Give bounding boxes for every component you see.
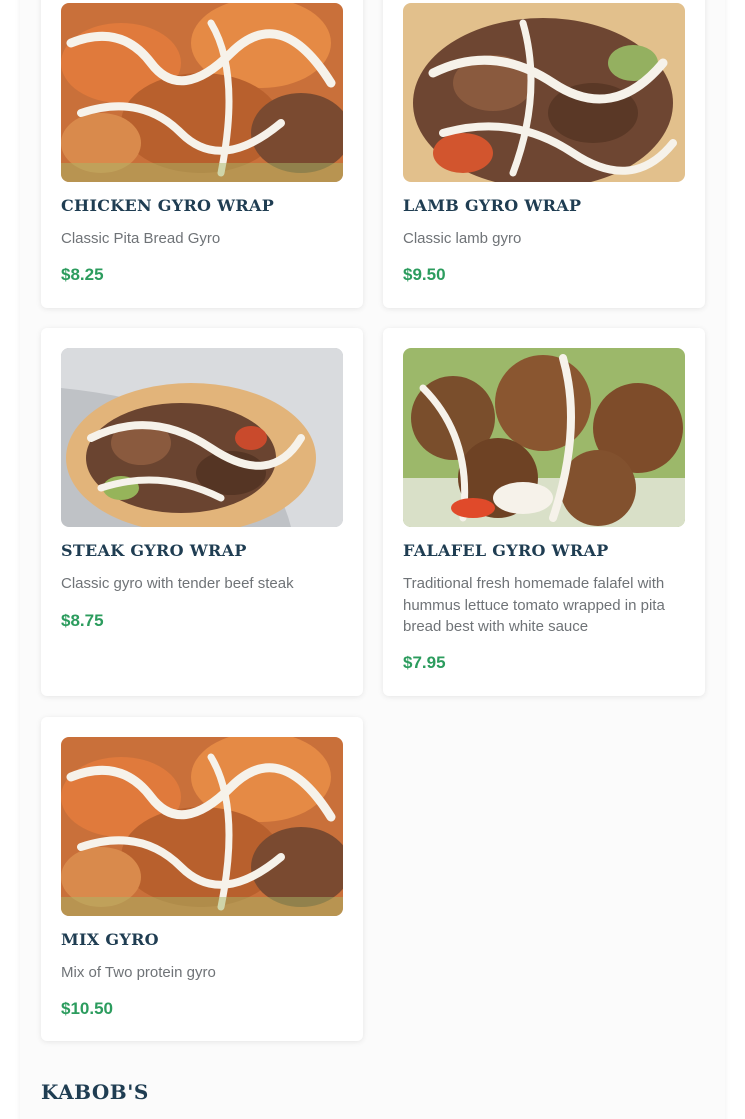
menu-item-title: STEAK GYRO WRAP — [61, 541, 247, 560]
section-heading-kabobs: KABOB'S — [41, 1080, 149, 1104]
chicken-gyro-photo — [61, 3, 343, 182]
menu-item-card[interactable]: FALAFEL GYRO WRAP Traditional fresh home… — [383, 328, 705, 696]
menu-item-title: LAMB GYRO WRAP — [403, 196, 582, 215]
mix-gyro-photo — [61, 737, 343, 916]
menu-item-title: MIX GYRO — [61, 930, 159, 949]
menu-item-description: Classic Pita Bread Gyro — [61, 230, 221, 247]
menu-item-description: Mix of Two protein gyro — [61, 964, 216, 981]
menu-item-card[interactable]: LAMB GYRO WRAP Classic lamb gyro $9.50 — [383, 0, 705, 308]
menu-item-card[interactable]: STEAK GYRO WRAP Classic gyro with tender… — [41, 328, 363, 696]
menu-item-card[interactable]: MIX GYRO Mix of Two protein gyro $10.50 — [41, 717, 363, 1041]
menu-page: CHICKEN GYRO WRAP Classic Pita Bread Gyr… — [0, 0, 745, 1119]
menu-item-title: FALAFEL GYRO WRAP — [403, 541, 609, 560]
menu-item-price: $9.50 — [403, 265, 446, 284]
menu-item-price: $8.75 — [61, 611, 104, 630]
menu-item-description: Traditional fresh homemade falafel with … — [403, 575, 665, 635]
menu-item-title: CHICKEN GYRO WRAP — [61, 196, 275, 215]
falafel-gyro-photo — [403, 348, 685, 527]
menu-item-description: Classic lamb gyro — [403, 230, 522, 247]
menu-item-price: $10.50 — [61, 999, 113, 1018]
menu-item-description: Classic gyro with tender beef steak — [61, 575, 294, 592]
lamb-gyro-photo — [403, 3, 685, 182]
menu-item-price: $7.95 — [403, 653, 446, 672]
menu-item-price: $8.25 — [61, 265, 104, 284]
steak-gyro-photo — [61, 348, 343, 527]
menu-item-card[interactable]: CHICKEN GYRO WRAP Classic Pita Bread Gyr… — [41, 0, 363, 308]
